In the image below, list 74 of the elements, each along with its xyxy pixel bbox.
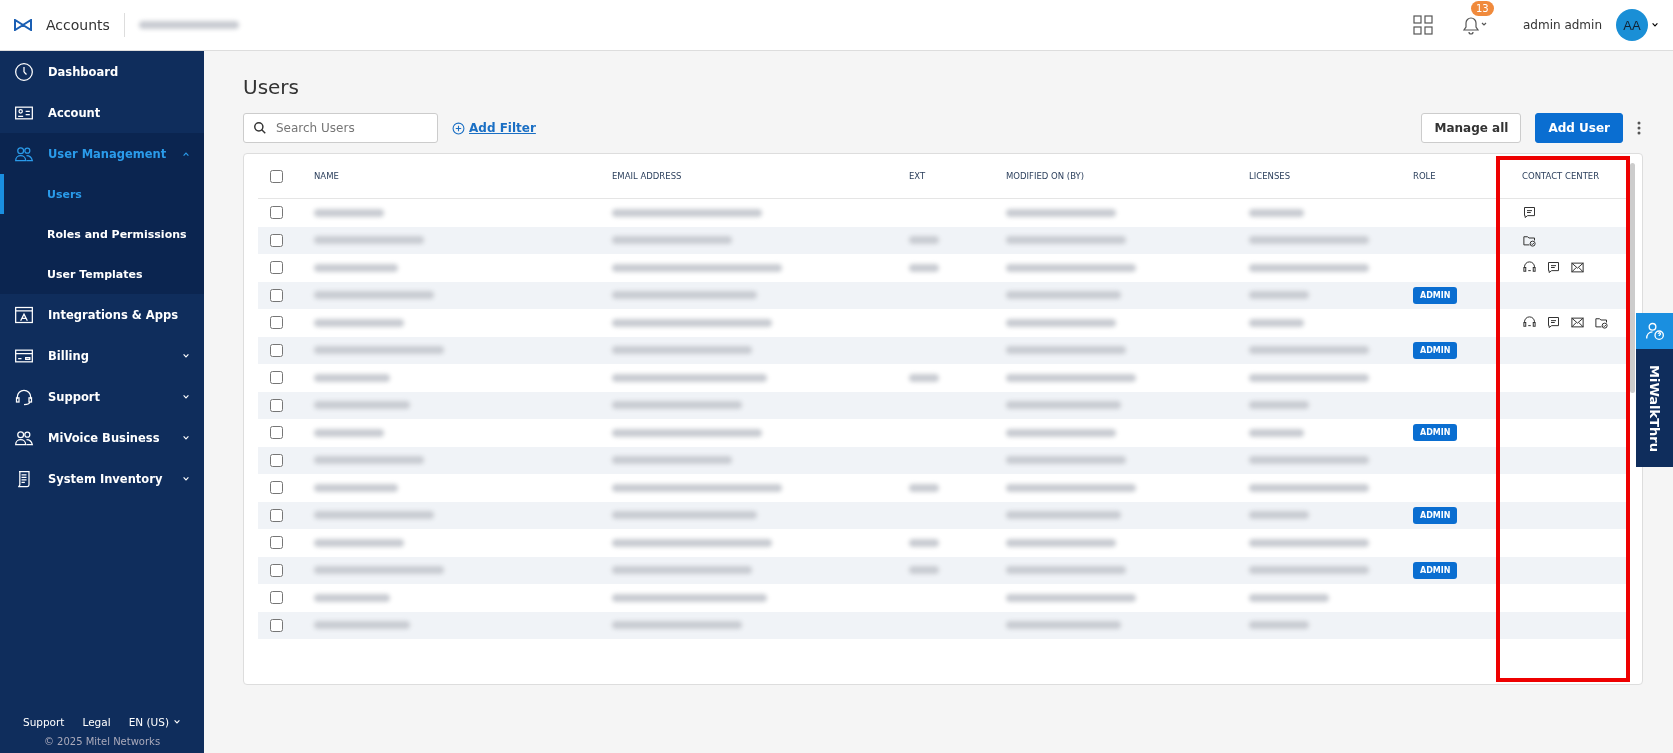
sidebar-subitem[interactable]: Roles and Permissions <box>0 214 204 254</box>
row-checkbox[interactable] <box>270 371 283 385</box>
role-tag: ADMIN <box>1413 506 1458 524</box>
column-header: MODIFIED ON (BY) <box>1006 171 1085 181</box>
sidebar-subitem[interactable]: User Templates <box>0 254 204 294</box>
column-header: EXT <box>909 171 926 181</box>
row-checkbox[interactable] <box>270 316 283 330</box>
row-checkbox[interactable] <box>270 536 283 550</box>
redacted-text <box>1249 621 1309 630</box>
row-checkbox[interactable] <box>270 453 283 467</box>
footer-link[interactable]: Support <box>22 716 65 728</box>
search-icon <box>253 121 267 135</box>
plus-circle-icon <box>452 121 465 135</box>
apps-window-icon <box>14 304 34 325</box>
sidebar-item[interactable]: Support <box>0 376 204 417</box>
redacted-text <box>1249 208 1304 217</box>
secondary-button[interactable]: Manage all <box>1421 113 1522 143</box>
user-help-icon <box>1644 321 1665 341</box>
user-name: admin admin <box>1523 18 1602 32</box>
redacted-text <box>1249 511 1309 520</box>
role-tag: ADMIN <box>1413 286 1458 304</box>
row-checkbox[interactable] <box>270 261 283 275</box>
redacted-text <box>314 428 384 437</box>
row-checkbox[interactable] <box>270 508 283 522</box>
logo-icon <box>14 19 32 31</box>
notifications-button[interactable] <box>1461 15 1489 35</box>
sidebar-subitem[interactable]: Users <box>0 174 204 214</box>
search-field[interactable]: Search Users <box>243 113 438 143</box>
row-checkbox[interactable] <box>270 591 283 605</box>
footer-link[interactable]: EN (US) <box>128 716 181 728</box>
row-checkbox[interactable] <box>270 206 283 220</box>
select-all-checkbox[interactable] <box>270 169 283 183</box>
redacted-text <box>1249 291 1309 300</box>
row-checkbox[interactable] <box>270 288 283 302</box>
footer-link[interactable]: Legal <box>82 716 111 728</box>
redacted-text <box>1249 401 1309 410</box>
column-header: ROLE <box>1413 171 1436 181</box>
add-filter-link[interactable]: Add Filter <box>452 121 536 135</box>
sidebar-item[interactable]: User Management <box>0 133 204 174</box>
row-checkbox[interactable] <box>270 563 283 577</box>
sidebar-item[interactable]: Integrations & Apps <box>0 294 204 335</box>
notification-count: 13 <box>1471 1 1494 16</box>
help-user-button[interactable] <box>1636 313 1673 349</box>
sidebar-item[interactable]: Billing <box>0 335 204 376</box>
row-checkbox[interactable] <box>270 398 283 412</box>
row-checkbox[interactable] <box>270 618 283 632</box>
row-checkbox[interactable] <box>270 343 283 357</box>
page-title: Users <box>243 75 300 99</box>
sidebar-item[interactable]: System Inventory <box>0 458 204 499</box>
copyright: © 2025 Mitel Networks <box>43 736 161 747</box>
row-checkbox[interactable] <box>270 233 283 247</box>
role-tag: ADMIN <box>1413 561 1458 579</box>
redacted-text <box>1249 318 1304 327</box>
app-name: Accounts <box>46 17 110 33</box>
redacted-text <box>1249 428 1304 437</box>
primary-button[interactable]: Add User <box>1535 113 1623 143</box>
sidebar-item[interactable]: MiVoice Business <box>0 417 204 458</box>
column-header: NAME <box>314 171 339 181</box>
row-checkbox[interactable] <box>270 481 283 495</box>
gauge-icon <box>14 61 34 82</box>
chevron-down-icon <box>173 718 181 726</box>
walkthrough-tab[interactable]: MiWalkThru <box>1636 349 1673 467</box>
sidebar-item[interactable]: Dashboard <box>0 51 204 92</box>
row-checkbox[interactable] <box>270 426 283 440</box>
role-tag: ADMIN <box>1413 424 1458 442</box>
redacted-text <box>314 208 384 217</box>
column-header: EMAIL ADDRESS <box>612 171 682 181</box>
column-header: CONTACT CENTER <box>1522 171 1600 181</box>
column-header: LICENSES <box>1249 171 1291 181</box>
sidebar-item[interactable]: Account <box>0 92 204 133</box>
more-options-icon[interactable] <box>1637 121 1641 135</box>
apps-grid-button[interactable] <box>1413 15 1433 35</box>
role-tag: ADMIN <box>1413 341 1458 359</box>
chevron-down-icon <box>1651 21 1659 29</box>
